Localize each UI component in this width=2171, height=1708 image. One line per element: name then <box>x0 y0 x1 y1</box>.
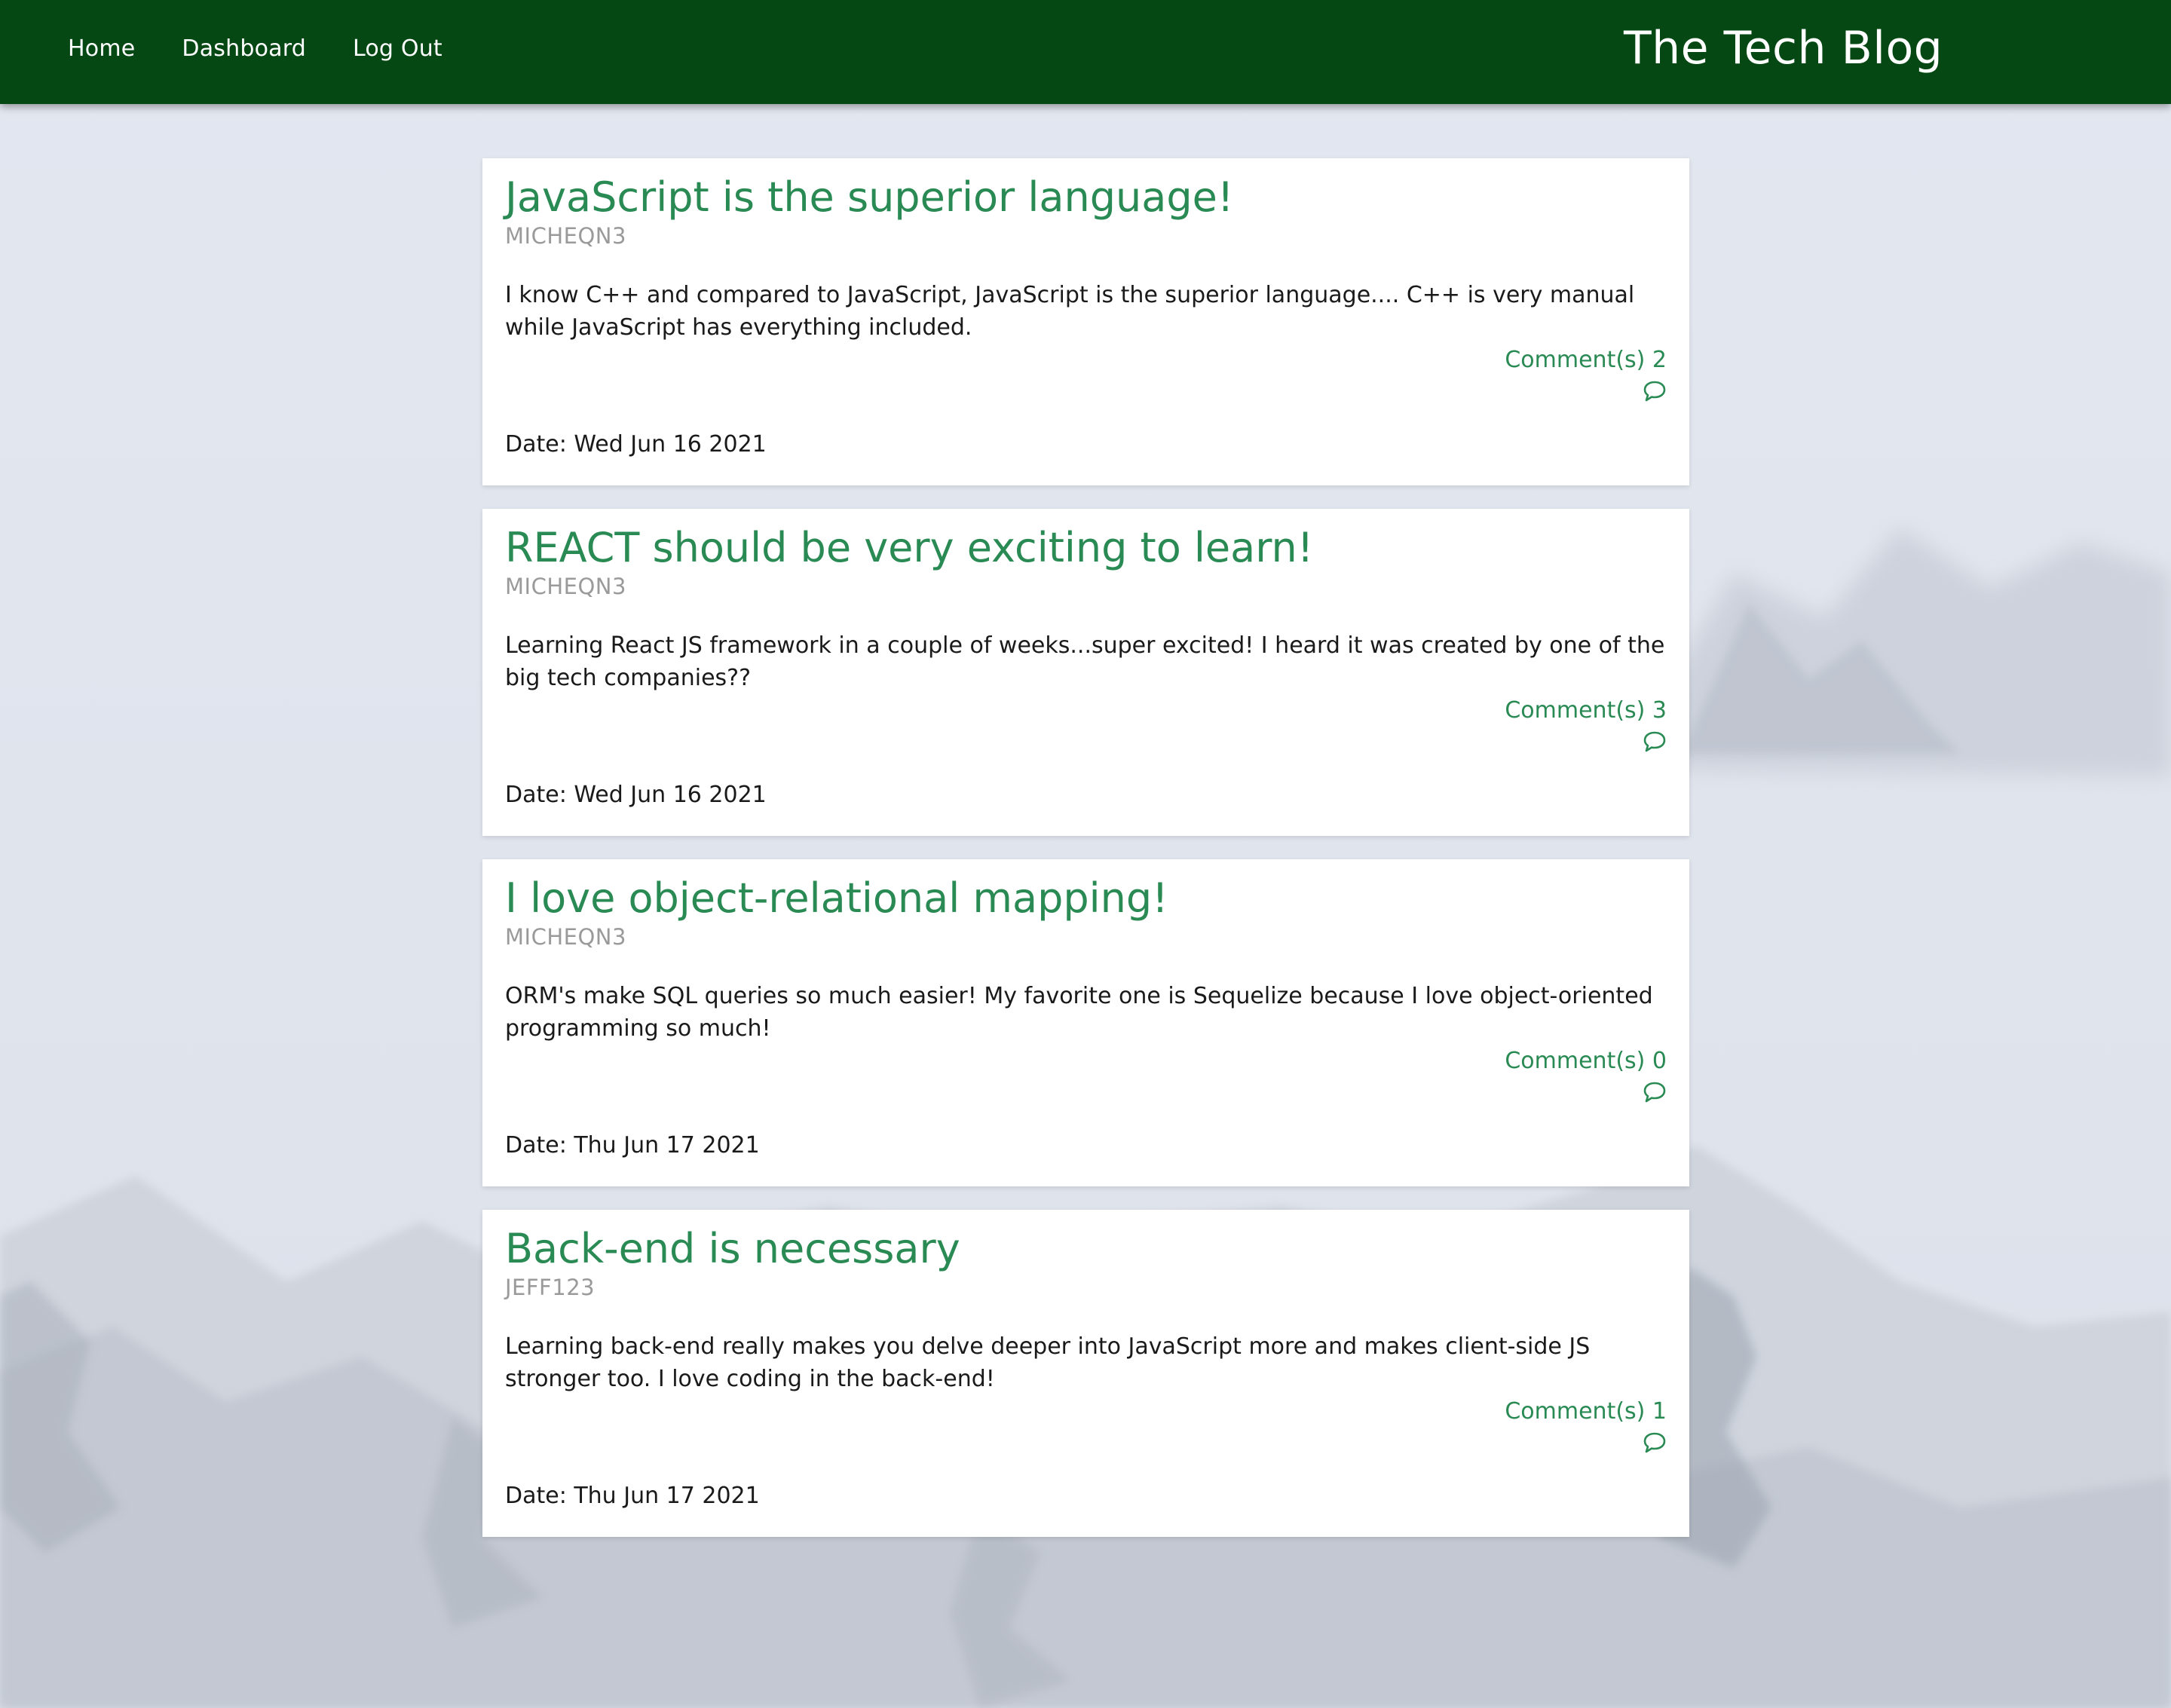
post-date: Date: Thu Jun 17 2021 <box>505 1132 760 1159</box>
nav-logout-link[interactable]: Log Out <box>353 35 442 62</box>
speech-bubble-icon[interactable] <box>1643 1081 1667 1103</box>
post-date: Date: Wed Jun 16 2021 <box>505 431 767 458</box>
speech-bubble-icon[interactable] <box>1643 730 1667 753</box>
comments-link[interactable]: Comment(s) 3 <box>1505 697 1667 724</box>
speech-bubble-icon[interactable] <box>1643 1431 1667 1454</box>
post-author: MICHEQN3 <box>505 924 626 950</box>
post-title[interactable]: Back-end is necessary <box>505 1225 960 1272</box>
post-list: JavaScript is the superior language! MIC… <box>482 158 1689 1560</box>
post-body: Learning back-end really makes you delve… <box>505 1333 1591 1392</box>
post-card[interactable]: I love object-relational mapping! MICHEQ… <box>482 859 1689 1186</box>
nav-links: Home Dashboard Log Out <box>68 0 489 96</box>
speech-bubble-icon[interactable] <box>1643 380 1667 403</box>
post-author: JEFF123 <box>505 1275 596 1300</box>
nav-dashboard-link[interactable]: Dashboard <box>182 35 306 62</box>
post-card[interactable]: REACT should be very exciting to learn! … <box>482 509 1689 836</box>
post-title[interactable]: JavaScript is the superior language! <box>505 173 1233 221</box>
comments-link[interactable]: Comment(s) 2 <box>1505 347 1667 373</box>
post-date: Date: Wed Jun 16 2021 <box>505 782 767 808</box>
comments-link[interactable]: Comment(s) 0 <box>1505 1048 1667 1074</box>
comments-link[interactable]: Comment(s) 1 <box>1505 1398 1667 1425</box>
post-body: I know C++ and compared to JavaScript, J… <box>505 282 1635 341</box>
post-card[interactable]: Back-end is necessary JEFF123 Learning b… <box>482 1210 1689 1537</box>
post-title[interactable]: I love object-relational mapping! <box>505 874 1168 922</box>
post-body: Learning React JS framework in a couple … <box>505 632 1665 691</box>
post-title[interactable]: REACT should be very exciting to learn! <box>505 524 1313 571</box>
post-card[interactable]: JavaScript is the superior language! MIC… <box>482 158 1689 485</box>
post-author: MICHEQN3 <box>505 574 626 599</box>
post-author: MICHEQN3 <box>505 223 626 249</box>
nav-home-link[interactable]: Home <box>68 35 135 62</box>
post-date: Date: Thu Jun 17 2021 <box>505 1483 760 1509</box>
site-title: The Tech Blog <box>1624 22 1943 75</box>
post-body: ORM's make SQL queries so much easier! M… <box>505 983 1653 1042</box>
top-navbar: Home Dashboard Log Out The Tech Blog <box>0 0 2171 104</box>
